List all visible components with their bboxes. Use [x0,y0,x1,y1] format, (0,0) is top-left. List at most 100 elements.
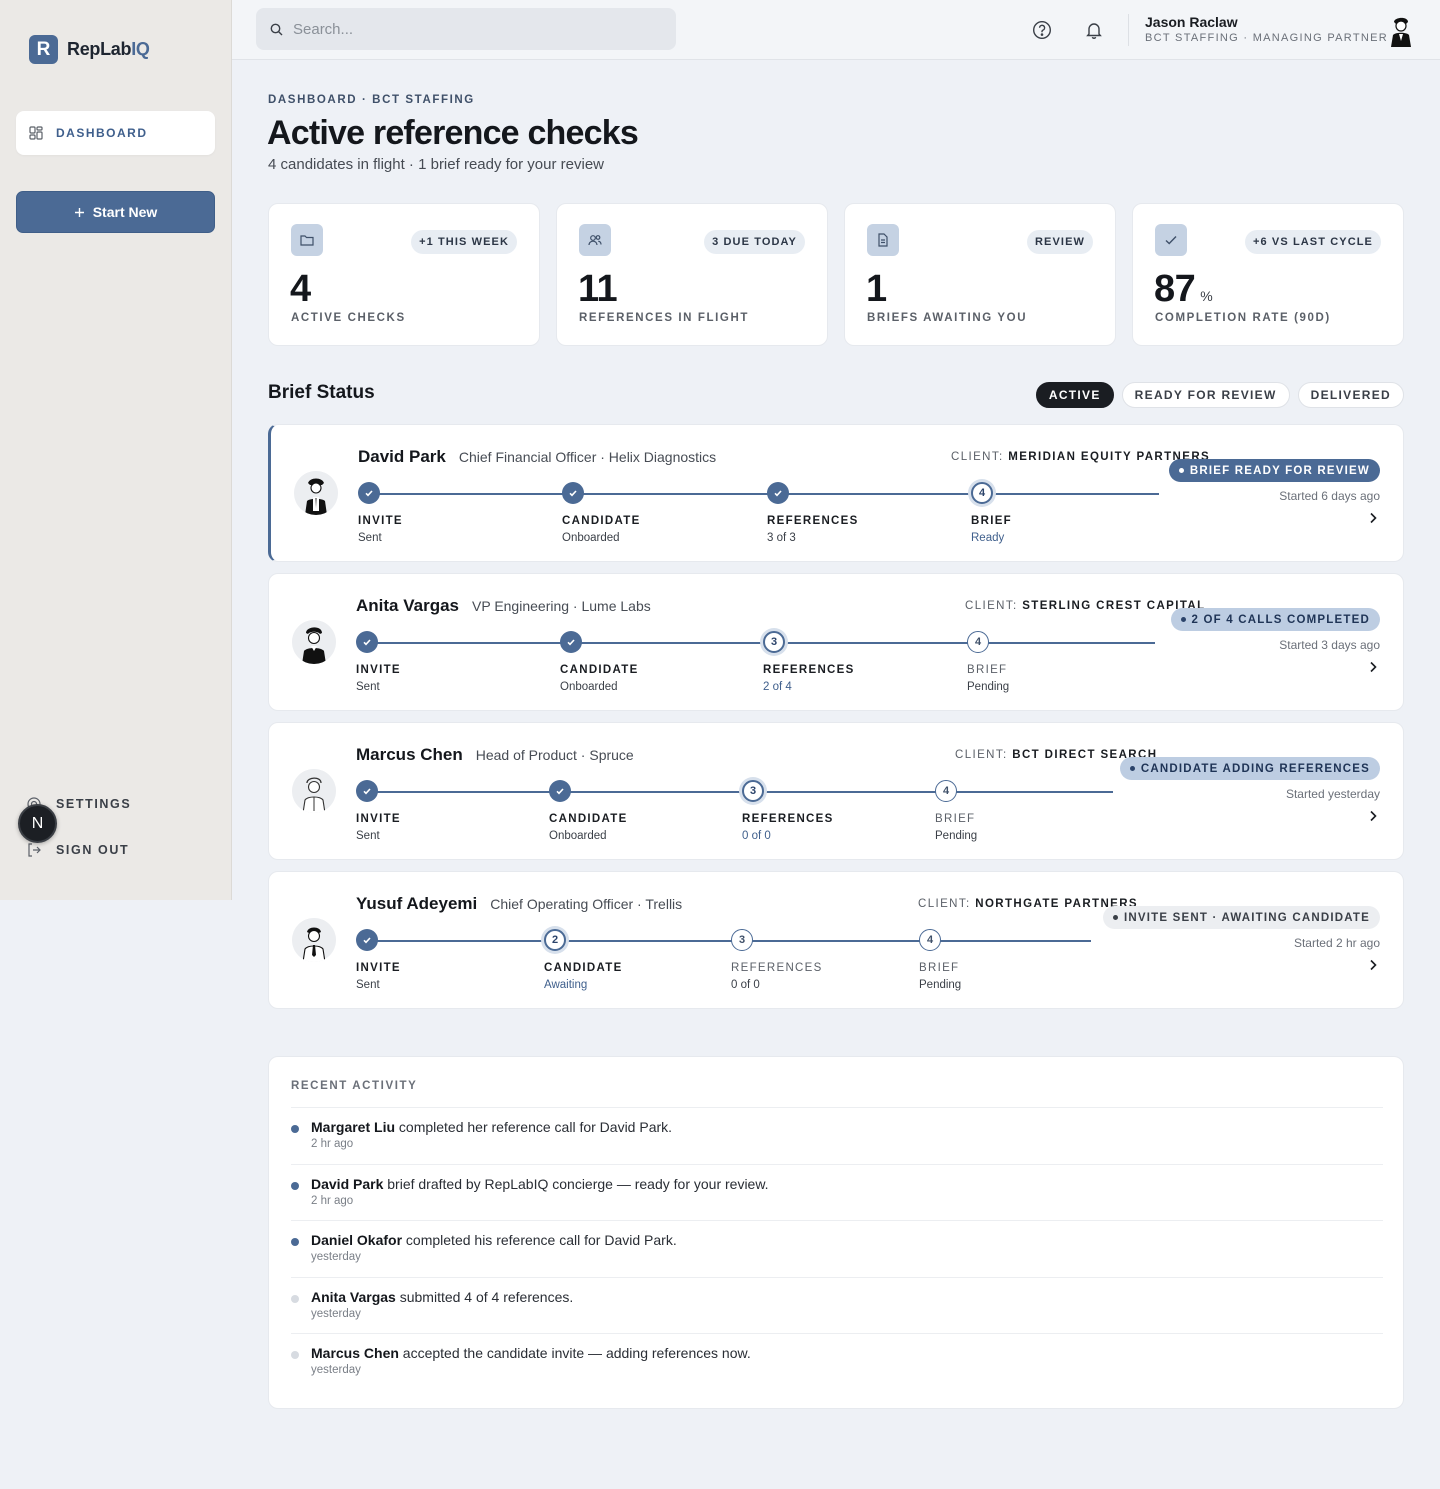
stat-card-active-checks[interactable]: +1 THIS WEEK 4 ACTIVE CHECKS [268,203,540,346]
status-badge: 2 OF 4 CALLS COMPLETED [1170,608,1380,631]
step-brief: 4 BRIEF Ready [971,482,1011,544]
step-references: 3 REFERENCES 0 of 0 [731,929,821,991]
step-node-done [358,482,380,504]
sidebar-item-dashboard[interactable]: DASHBOARD [16,111,215,155]
candidate-name[interactable]: Yusuf Adeyemi [356,894,477,914]
stat-value: 87% [1154,268,1213,310]
bell-icon[interactable] [1084,20,1104,40]
list-item[interactable]: David Park brief drafted by RepLabIQ con… [291,1164,1383,1221]
progress-line [367,791,1113,793]
activity-text: Marcus Chen accepted the candidate invit… [311,1345,751,1361]
step-sub: 3 of 3 [767,532,796,544]
stat-card-references[interactable]: 3 DUE TODAY 11 REFERENCES IN FLIGHT [556,203,828,346]
step-sub: Onboarded [560,681,618,693]
candidate-role: Head of Product · Spruce [475,747,634,763]
stat-card-briefs[interactable]: REVIEW 1 BRIEFS AWAITING YOU [844,203,1116,346]
chevron-right-icon[interactable] [1368,959,1378,971]
activity-text: David Park brief drafted by RepLabIQ con… [311,1176,769,1192]
step-node-done [549,780,571,802]
check-icon [1155,224,1187,256]
step-node-current: 2 [544,929,566,951]
candidate-name[interactable]: David Park [358,447,446,467]
topbar: Jason Raclaw BCT STAFFING · MANAGING PAR… [232,0,1440,60]
tab-delivered[interactable]: DELIVERED [1297,382,1404,408]
list-item[interactable]: Daniel Okafor completed his reference ca… [291,1220,1383,1277]
sidebar: R RepLabIQ DASHBOARD Start New SETTINGS … [0,0,232,900]
brief-card[interactable]: Anita Vargas VP Engineering · Lume Labs … [268,573,1404,711]
stat-badge: +6 VS LAST CYCLE [1245,230,1381,254]
progress-line [369,493,1159,495]
step-label: CANDIDATE [544,962,623,974]
step-label: BRIEF [971,515,1012,527]
brief-card[interactable]: David Park Chief Financial Officer · Hel… [268,424,1404,562]
workspace-avatar[interactable]: N [18,804,57,843]
step-sub: Sent [356,830,380,842]
sidebar-item-label: SIGN OUT [56,843,130,857]
activity-time: yesterday [311,1251,361,1263]
step-sub: Ready [971,532,1005,544]
help-icon[interactable] [1032,20,1052,40]
activity-dot [291,1351,299,1359]
candidate-info: David Park Chief Financial Officer · Hel… [358,447,716,467]
stat-label: BRIEFS AWAITING YOU [867,312,1028,324]
candidate-role: Chief Financial Officer · Helix Diagnost… [458,449,717,465]
step-label: CANDIDATE [562,515,641,527]
step-sub: Pending [935,830,978,842]
chevron-right-icon[interactable] [1368,810,1378,822]
step-node-todo: 4 [935,780,957,802]
logo[interactable]: R RepLabIQ [29,35,150,64]
activity-dot [291,1295,299,1303]
stat-label: REFERENCES IN FLIGHT [579,312,750,324]
step-sub: 0 of 0 [731,979,760,991]
brief-card[interactable]: Yusuf Adeyemi Chief Operating Officer · … [268,871,1404,1009]
step-invite: INVITE Sent [356,780,400,842]
started-time: Started yesterday [1285,787,1380,801]
stat-badge: REVIEW [1027,230,1093,254]
step-sub: Sent [356,681,380,693]
activity-time: 2 hr ago [311,1195,354,1207]
stat-label: ACTIVE CHECKS [291,312,406,324]
tab-active[interactable]: ACTIVE [1035,382,1114,408]
list-item[interactable]: Margaret Liu completed her reference cal… [291,1107,1383,1164]
step-node-todo: 4 [967,631,989,653]
list-item[interactable]: Anita Vargas submitted 4 of 4 references… [291,1277,1383,1334]
step-references: 3 REFERENCES 0 of 0 [742,780,832,842]
activity-dot [291,1238,299,1246]
step-node-current: 4 [971,482,993,504]
search-box[interactable] [256,8,676,50]
step-references: REFERENCES 3 of 3 [767,482,857,544]
step-node-done [356,929,378,951]
step-invite: INVITE Sent [356,631,400,693]
avatar [292,620,336,664]
candidate-info: Marcus Chen Head of Product · Spruce [356,745,634,765]
step-label: INVITE [356,962,401,974]
sidebar-item-signout[interactable]: SIGN OUT [26,842,129,858]
list-item[interactable]: Marcus Chen accepted the candidate invit… [291,1333,1383,1390]
search-input[interactable] [293,20,653,38]
chevron-right-icon[interactable] [1368,661,1378,673]
chevron-right-icon[interactable] [1368,512,1378,524]
tab-ready-for-review[interactable]: READY FOR REVIEW [1121,382,1290,408]
step-label: CANDIDATE [549,813,628,825]
user-avatar[interactable] [1386,14,1416,48]
sidebar-item-label: DASHBOARD [56,126,148,140]
start-new-label: Start New [92,204,158,220]
step-label: INVITE [358,515,403,527]
start-new-button[interactable]: Start New [16,191,215,233]
candidate-name[interactable]: Anita Vargas [356,596,459,616]
user-menu[interactable]: Jason Raclaw BCT STAFFING · MANAGING PAR… [1145,14,1388,44]
started-time: Started 2 hr ago [1293,936,1380,950]
status-badge: BRIEF READY FOR REVIEW [1168,459,1380,482]
stat-card-completion[interactable]: +6 VS LAST CYCLE 87% COMPLETION RATE (90… [1132,203,1404,346]
step-label: REFERENCES [767,515,859,527]
candidate-info: Anita Vargas VP Engineering · Lume Labs [356,596,651,616]
step-node-done [767,482,789,504]
candidate-name[interactable]: Marcus Chen [356,745,463,765]
step-node-done [356,780,378,802]
avatar [292,769,336,813]
brief-card[interactable]: Marcus Chen Head of Product · Spruce CLI… [268,722,1404,860]
stat-badge: +1 THIS WEEK [411,230,517,254]
step-node-current: 3 [763,631,785,653]
step-label: INVITE [356,813,401,825]
candidate-role: VP Engineering · Lume Labs [472,598,651,614]
